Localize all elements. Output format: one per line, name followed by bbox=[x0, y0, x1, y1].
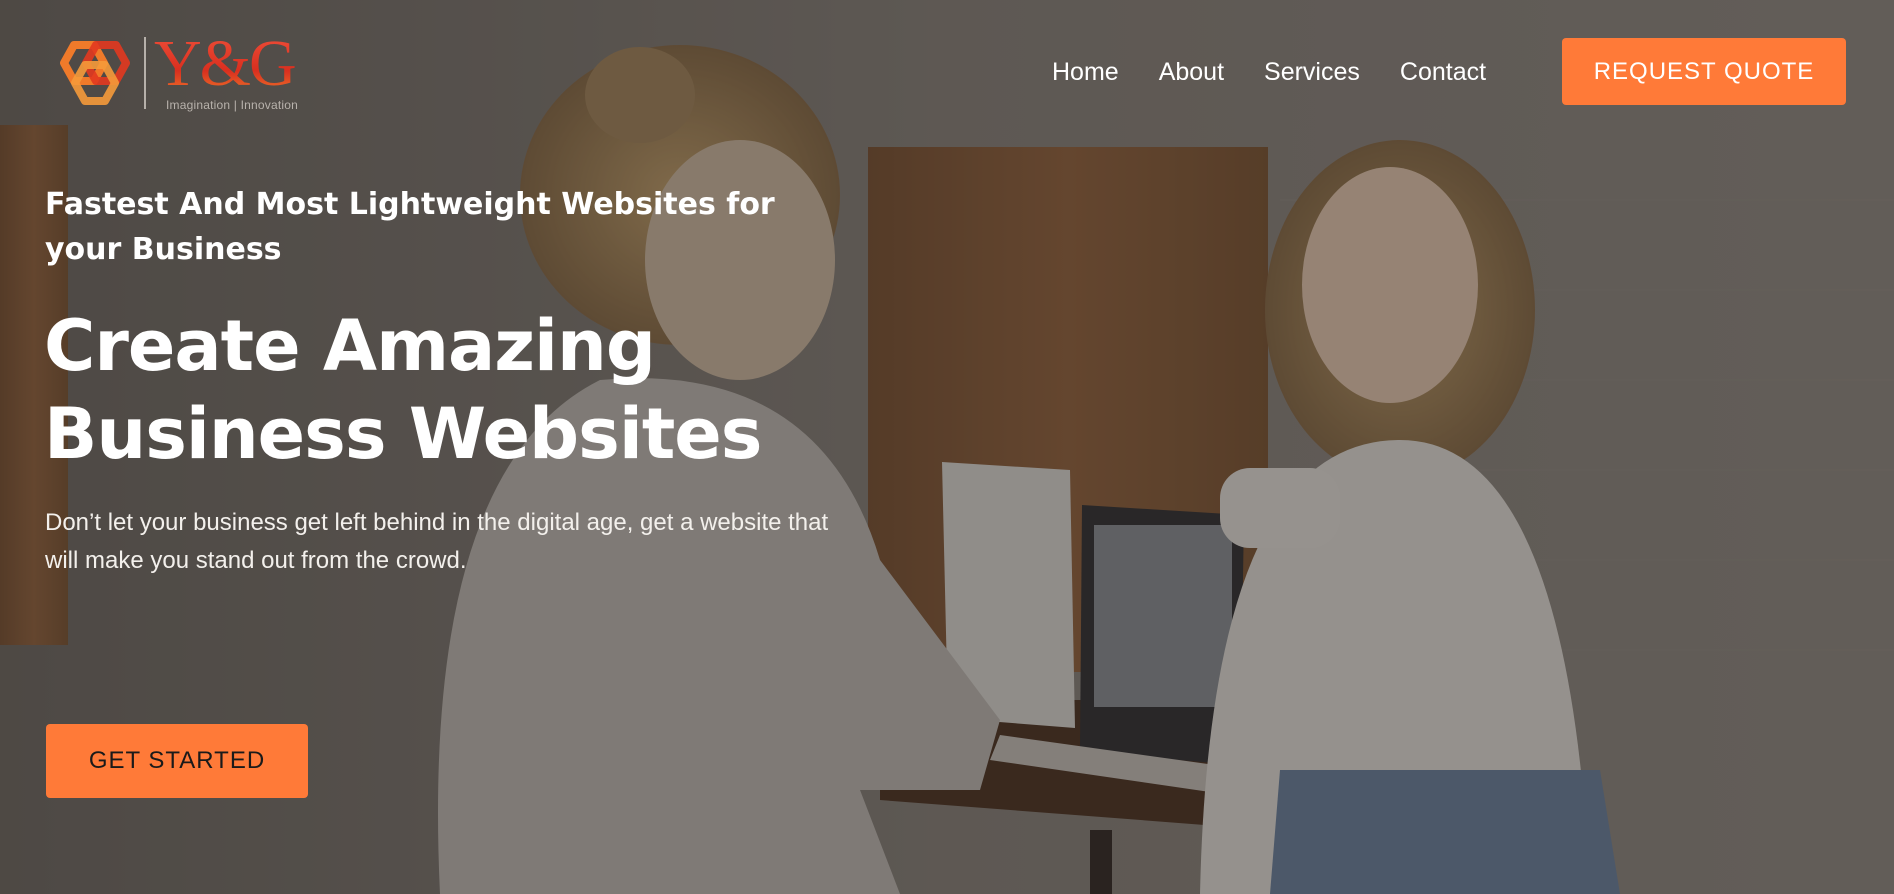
logo-tagline: Imagination | Innovation bbox=[166, 98, 299, 112]
main-nav: Home About Services Contact bbox=[1052, 56, 1486, 88]
hexagon-logo-icon bbox=[60, 41, 130, 105]
logo-wordmark: Y&G Imagination | Innovation bbox=[154, 31, 299, 112]
request-quote-button[interactable]: REQUEST QUOTE bbox=[1562, 38, 1846, 105]
hero-lead-text: Don’t let your business get left behind … bbox=[45, 509, 829, 574]
nav-services-link[interactable]: Services bbox=[1264, 56, 1360, 88]
logo-divider bbox=[144, 37, 146, 109]
hero-section: Y&G Imagination | Innovation Home About … bbox=[0, 0, 1894, 894]
nav-home-link[interactable]: Home bbox=[1052, 56, 1119, 88]
get-started-button[interactable]: GET STARTED bbox=[46, 724, 308, 798]
hero-headline: Create Amazing Business Websites bbox=[44, 302, 844, 478]
nav-contact-link[interactable]: Contact bbox=[1400, 56, 1486, 88]
hero-eyebrow: Fastest And Most Lightweight Websites fo… bbox=[45, 187, 775, 267]
hero-headline-line1: Create Amazing bbox=[44, 305, 656, 387]
nav-about-link[interactable]: About bbox=[1159, 56, 1224, 88]
logo-letters: Y&G bbox=[154, 31, 298, 97]
brand-logo[interactable]: Y&G Imagination | Innovation bbox=[52, 31, 299, 112]
hero-headline-line2: Business Websites bbox=[44, 393, 762, 475]
